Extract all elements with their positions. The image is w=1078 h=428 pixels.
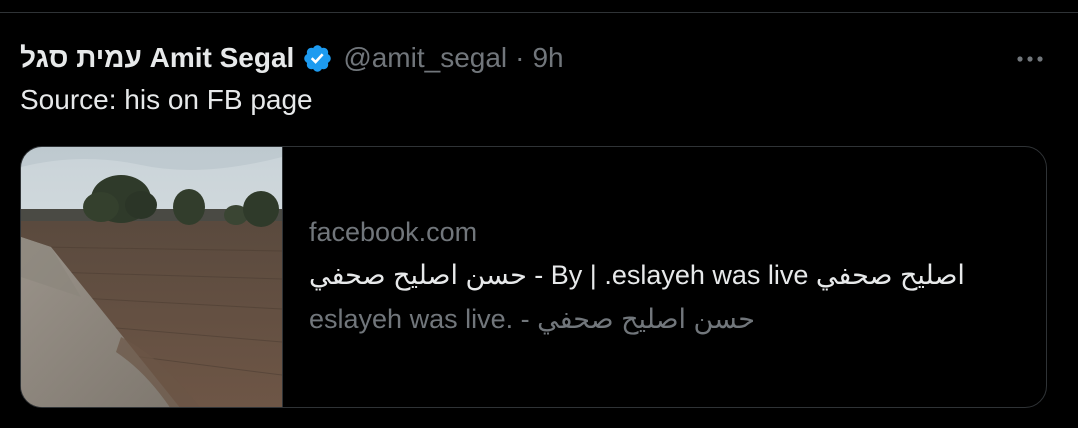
display-name[interactable]: עמית סגל Amit Segal bbox=[20, 42, 294, 74]
divider bbox=[0, 12, 1078, 13]
link-card[interactable]: facebook.com اصليح صحفي By | .eslayeh wa… bbox=[20, 146, 1047, 408]
card-domain: facebook.com bbox=[309, 217, 478, 247]
tweet-text: Source: his on FB page bbox=[20, 84, 313, 115]
tweet[interactable]: עמית סגל Amit Segal @amit_segal · 9h Sou… bbox=[0, 0, 1078, 428]
timestamp[interactable]: 9h bbox=[532, 42, 563, 74]
card-body[interactable]: facebook.com اصليح صحفي By | .eslayeh wa… bbox=[283, 147, 1046, 407]
user-handle[interactable]: @amit_segal bbox=[343, 42, 507, 74]
separator-dot: · bbox=[515, 42, 525, 73]
verified-badge-icon[interactable] bbox=[302, 43, 333, 74]
field-landscape-thumbnail[interactable] bbox=[21, 147, 283, 407]
card-description: eslayeh was live. - حسن اصليح صحفي bbox=[309, 304, 755, 334]
card-title[interactable]: اصليح صحفي By | .eslayeh was live - حسن … bbox=[309, 260, 965, 291]
tweet-header: עמית סגל Amit Segal @amit_segal · 9h bbox=[20, 38, 564, 78]
more-horizontal-icon[interactable] bbox=[1010, 44, 1050, 74]
